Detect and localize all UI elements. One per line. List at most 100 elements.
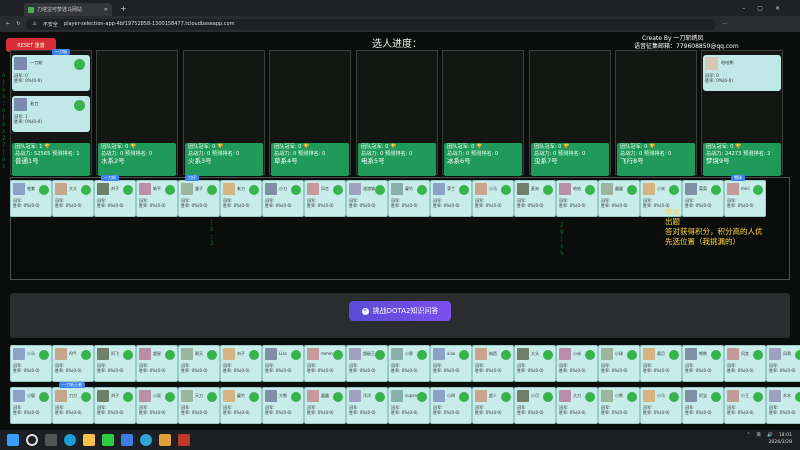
speaker-icon[interactable] (375, 185, 385, 195)
player-card[interactable]: 小马 冠军: 胜率: 0%(0-0) (472, 180, 514, 217)
player-card[interactable]: 小猫 冠军: 胜率: 0%(0-0) (10, 387, 52, 424)
speaker-icon[interactable] (39, 185, 49, 195)
speaker-icon[interactable] (459, 185, 469, 195)
player-card[interactable]: 苍紫 冠军: 胜率: 0%(0-0) (10, 180, 52, 217)
player-card[interactable]: 刘子 冠军: 胜率: 0%(0-0) 一刀斩 (94, 175, 136, 217)
speaker-icon[interactable] (165, 185, 175, 195)
speaker-icon[interactable] (333, 350, 343, 360)
player-card[interactable]: 超人 冠军: 胜率: 0%(0-0) (472, 387, 514, 424)
speaker-icon[interactable] (249, 350, 259, 360)
team-member-card[interactable]: 一刀斩 冠军: 0 胜率: 0%(0-0) 一刀斩 (12, 49, 90, 91)
wechat-icon[interactable] (102, 434, 114, 446)
speaker-icon[interactable] (711, 350, 721, 360)
speaker-icon[interactable] (753, 185, 763, 195)
player-card[interactable]: 风哥 冠军: 胜率: 0%(0-0) (766, 345, 800, 382)
player-card[interactable]: xiao 冠军: 胜率: 0%(0-0) (430, 345, 472, 382)
speaker-icon[interactable] (249, 392, 259, 402)
menu-icon[interactable]: ⋯ (722, 21, 727, 27)
speaker-icon[interactable] (81, 185, 91, 195)
player-card[interactable]: 大头 冠军: 胜率: 0%(0-0) (514, 345, 556, 382)
team-slot-4[interactable]: 团队冠军: 0 🏆 总战力: 0 预测排名: 0 草系4号 (269, 50, 351, 176)
player-card[interactable]: 皓平 冠军: 胜率: 0%(0-0) (136, 180, 178, 217)
player-card[interactable]: 阿飞 冠军: 胜率: 0%(0-0) (94, 345, 136, 382)
team-member-card[interactable]: 老刀 冠军: 1 胜率: 0%(0-0) (12, 96, 90, 132)
player-card[interactable]: 阿宝 冠军: 胜率: 0%(0-0) (682, 387, 724, 424)
speaker-icon[interactable] (333, 392, 343, 402)
player-card[interactable]: 刘子 冠军: 胜率: 0%(0-0) (94, 387, 136, 424)
speaker-icon[interactable] (375, 392, 385, 402)
speaker-icon[interactable] (81, 350, 91, 360)
player-card[interactable]: 小胖 冠军: 胜率: 0%(0-0) (388, 345, 430, 382)
volume-icon[interactable]: 🔊 (767, 432, 773, 439)
speaker-icon[interactable] (249, 185, 259, 195)
speaker-icon[interactable] (585, 185, 595, 195)
player-card[interactable]: 超星 冠军: 胜率: 0%(0-0) (136, 345, 178, 382)
player-card[interactable]: 风女 冠军: 胜率: 0%(0-0) (724, 345, 766, 382)
chevron-up-icon[interactable]: ⌃ (747, 432, 751, 439)
team-slot-9[interactable]: 团队冠军: 0 🏆 总战力: 24273 预测排名: 2 梦境9号 哈哈熊 冠军: 0胜… (701, 50, 783, 176)
speaker-icon[interactable] (81, 392, 91, 402)
player-card[interactable]: 小米 冠军: 胜率: 0%(0-0) (556, 345, 598, 382)
speaker-icon[interactable] (333, 185, 343, 195)
player-card[interactable]: 小刀 冠军: 胜率: 0%(0-0) (262, 180, 304, 217)
close-tab-icon[interactable]: ✕ (104, 7, 108, 13)
edge-icon[interactable] (64, 434, 76, 446)
reload-icon[interactable]: ↻ (16, 21, 20, 27)
explorer-icon[interactable] (83, 434, 95, 446)
player-card[interactable]: 纳西 冠军: 胜率: 0%(0-0) (472, 345, 514, 382)
speaker-icon[interactable] (669, 350, 679, 360)
speaker-icon[interactable] (123, 185, 133, 195)
speaker-icon[interactable] (543, 350, 553, 360)
speaker-icon[interactable] (291, 392, 301, 402)
speaker-icon[interactable] (795, 350, 800, 360)
team-slot-2[interactable]: 团队冠军: 0 🏆 总战力: 0 预测排名: 0 水系2号 (96, 50, 178, 176)
team-slot-8[interactable]: 团队冠军: 0 🏆 总战力: 0 预测排名: 0 飞行8号 (615, 50, 697, 176)
player-card[interactable]: 大刀 冠军: 胜率: 0%(0-0) (556, 387, 598, 424)
speaker-icon[interactable] (711, 392, 721, 402)
player-card[interactable]: 小四 冠军: 胜率: 0%(0-0) (430, 387, 472, 424)
speaker-icon[interactable] (669, 185, 679, 195)
player-card[interactable]: 风言 冠军: 胜率: 0%(0-0) (304, 180, 346, 217)
speaker-icon[interactable] (207, 185, 217, 195)
team-member-card[interactable]: 哈哈熊 冠军: 0 胜率: 0%(0-0) (703, 55, 781, 91)
team-slot-5[interactable]: 团队冠军: 0 🏆 总战力: 0 预测排名: 0 电系5号 (356, 50, 438, 176)
player-card[interactable]: 渣渣猫 冠军: 胜率: 0%(0-0) (346, 180, 388, 217)
speaker-icon[interactable] (74, 100, 85, 111)
speaker-icon[interactable] (627, 350, 637, 360)
speaker-icon[interactable] (585, 350, 595, 360)
speaker-icon[interactable] (501, 350, 511, 360)
speaker-icon[interactable] (795, 392, 800, 402)
player-card[interactable]: 刘子 冠军: 胜率: 0%(0-0) (220, 345, 262, 382)
speaker-icon[interactable] (459, 350, 469, 360)
speaker-icon[interactable] (123, 392, 133, 402)
speaker-icon[interactable] (417, 350, 427, 360)
team-slot-3[interactable]: 团队冠军: 0 🏆 总战力: 0 预测排名: 0 火系3号 (183, 50, 265, 176)
player-card[interactable]: 洋洋 冠军: 胜率: 0%(0-0) (346, 387, 388, 424)
player-card[interactable]: 小熊 冠军: 胜率: 0%(0-0) (598, 387, 640, 424)
speaker-icon[interactable] (711, 185, 721, 195)
speaker-icon[interactable] (501, 185, 511, 195)
speaker-icon[interactable] (627, 185, 637, 195)
player-card[interactable]: 刀刀 冠军: 胜率: 0%(0-0) 一刀斩王者 (52, 382, 94, 424)
speaker-icon[interactable] (291, 350, 301, 360)
player-card[interactable]: 蔓竹 冠军: 胜率: 0%(0-0) (220, 387, 262, 424)
player-card[interactable]: 蔓竹 冠军: 胜率: 0%(0-0) (388, 180, 430, 217)
player-card[interactable]: 超级王者 冠军: 胜率: 0%(0-0) (346, 345, 388, 382)
player-card[interactable]: 小可 冠军: 胜率: 0%(0-0) (514, 387, 556, 424)
player-card[interactable]: 小王 冠军: 胜率: 0%(0-0) (724, 387, 766, 424)
player-card[interactable]: 菲兰 冠军: 胜率: 0%(0-0) (430, 180, 472, 217)
speaker-icon[interactable] (207, 392, 217, 402)
speaker-icon[interactable] (207, 350, 217, 360)
search-icon[interactable] (26, 434, 38, 446)
speaker-icon[interactable] (375, 350, 385, 360)
speaker-icon[interactable] (417, 185, 427, 195)
browser-tab[interactable]: 刀塔宝可梦选马网站 ✕ (24, 3, 112, 16)
player-card[interactable]: 麦米 冠军: 胜率: 0%(0-0) (514, 180, 556, 217)
app-icon[interactable] (121, 434, 133, 446)
speaker-icon[interactable] (165, 392, 175, 402)
team-slot-1[interactable]: 团队冠军: 1 🏆 总战力: 52565 预测排名: 1 普通1号 一刀斩 冠军: 0胜… (10, 49, 92, 176)
new-tab-icon[interactable]: + (120, 4, 127, 13)
back-icon[interactable]: ← (6, 21, 10, 27)
speaker-icon[interactable] (585, 392, 595, 402)
speaker-icon[interactable] (753, 392, 763, 402)
